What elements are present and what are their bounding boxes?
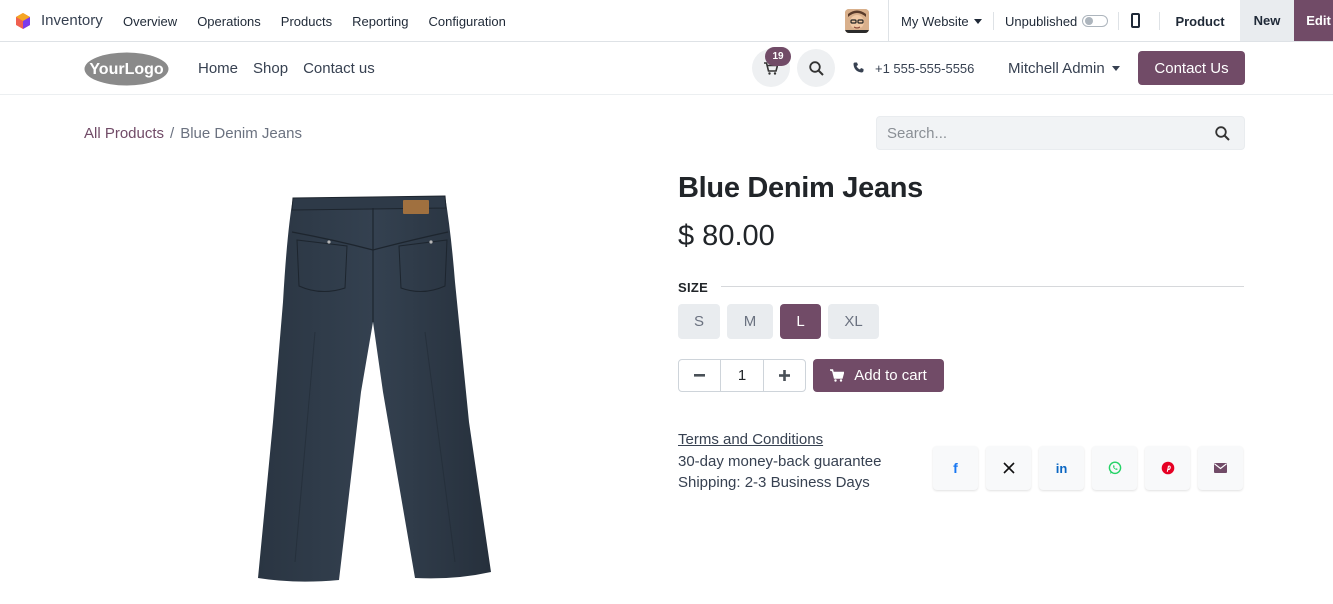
- phone-number[interactable]: +1 555-555-5556: [875, 61, 974, 76]
- divider: [888, 0, 889, 42]
- facebook-icon: f: [953, 460, 958, 476]
- product-search-box: [876, 116, 1245, 150]
- breadcrumb-all-products[interactable]: All Products: [84, 125, 164, 142]
- breadcrumb-separator: /: [170, 125, 175, 142]
- nav-home[interactable]: Home: [198, 60, 238, 77]
- caret-down-icon: [973, 19, 982, 24]
- nav-shop[interactable]: Shop: [253, 60, 288, 77]
- divider: [1118, 12, 1119, 30]
- search-input[interactable]: [887, 123, 1187, 143]
- publish-toggle[interactable]: [1082, 15, 1108, 27]
- x-twitter-icon: [1002, 462, 1015, 474]
- breadcrumb: All Products / Blue Denim Jeans: [84, 125, 302, 142]
- menu-configuration[interactable]: Configuration: [428, 14, 505, 29]
- search-icon[interactable]: [1215, 126, 1230, 141]
- publish-status-label: Unpublished: [1005, 14, 1078, 29]
- size-option-s[interactable]: S: [678, 304, 720, 339]
- inventory-app-icon[interactable]: [14, 12, 32, 30]
- product-button[interactable]: Product: [1160, 0, 1240, 42]
- envelope-icon: [1214, 463, 1227, 473]
- product-price: $ 80.00: [678, 220, 775, 252]
- product-image[interactable]: [255, 192, 495, 584]
- cart-count-badge: 19: [765, 47, 791, 66]
- user-avatar[interactable]: [845, 9, 869, 33]
- nav-contact-us[interactable]: Contact us: [303, 60, 375, 77]
- minus-icon: [694, 374, 705, 377]
- pinterest-icon: [1161, 461, 1174, 475]
- share-linkedin-button[interactable]: in: [1039, 446, 1084, 490]
- whatsapp-icon: [1108, 461, 1121, 475]
- new-button[interactable]: New: [1240, 0, 1294, 41]
- quantity-input[interactable]: 1: [720, 360, 764, 391]
- share-x-button[interactable]: [986, 446, 1031, 490]
- divider: [721, 286, 1244, 287]
- share-facebook-button[interactable]: f: [933, 446, 978, 490]
- divider: [993, 12, 994, 30]
- plus-icon: [779, 370, 790, 381]
- add-to-cart-label: Add to cart: [854, 367, 927, 384]
- share-email-button[interactable]: [1198, 446, 1243, 490]
- size-option-m[interactable]: M: [727, 304, 773, 339]
- app-name[interactable]: Inventory: [41, 12, 103, 29]
- linkedin-icon: in: [1055, 460, 1068, 476]
- caret-down-icon: [1111, 66, 1120, 71]
- website-selector-label: My Website: [901, 14, 969, 29]
- size-option-xl[interactable]: XL: [828, 304, 879, 339]
- phone-icon: [853, 62, 864, 73]
- avatar-face-icon: [845, 9, 869, 33]
- website-selector[interactable]: My Website: [901, 14, 982, 29]
- terms-link[interactable]: Terms and Conditions: [678, 431, 823, 448]
- site-nav: Home Shop Contact us: [198, 60, 390, 77]
- share-whatsapp-button[interactable]: [1092, 446, 1137, 490]
- menu-reporting[interactable]: Reporting: [352, 14, 408, 29]
- site-logo-text: YourLogo: [89, 61, 164, 78]
- size-attribute-label: SIZE: [678, 280, 709, 295]
- quantity-increase-button[interactable]: [764, 360, 805, 391]
- backend-navbar: Inventory Overview Operations Products R…: [0, 0, 1333, 42]
- quantity-decrease-button[interactable]: [679, 360, 720, 391]
- user-name: Mitchell Admin: [1008, 60, 1105, 77]
- cart-icon: [830, 369, 845, 382]
- product-title: Blue Denim Jeans: [678, 172, 924, 204]
- add-to-cart-button[interactable]: Add to cart: [813, 359, 944, 392]
- search-toggle-button[interactable]: [797, 49, 835, 87]
- search-icon: [808, 60, 824, 76]
- breadcrumb-current: Blue Denim Jeans: [180, 125, 302, 142]
- quantity-stepper: 1: [678, 359, 806, 392]
- menu-overview[interactable]: Overview: [123, 14, 177, 29]
- user-menu[interactable]: Mitchell Admin: [1008, 60, 1120, 77]
- site-logo[interactable]: YourLogo: [84, 52, 169, 86]
- guarantee-text: 30-day money-back guarantee: [678, 453, 882, 470]
- size-option-l[interactable]: L: [780, 304, 821, 339]
- edit-button[interactable]: Edit: [1294, 0, 1333, 41]
- menu-operations[interactable]: Operations: [197, 14, 261, 29]
- menu-products[interactable]: Products: [281, 14, 332, 29]
- shipping-text: Shipping: 2-3 Business Days: [678, 474, 870, 491]
- mobile-preview-icon[interactable]: [1131, 13, 1140, 28]
- contact-us-button[interactable]: Contact Us: [1138, 51, 1245, 85]
- backend-menu: Overview Operations Products Reporting C…: [123, 14, 526, 29]
- share-pinterest-button[interactable]: [1145, 446, 1190, 490]
